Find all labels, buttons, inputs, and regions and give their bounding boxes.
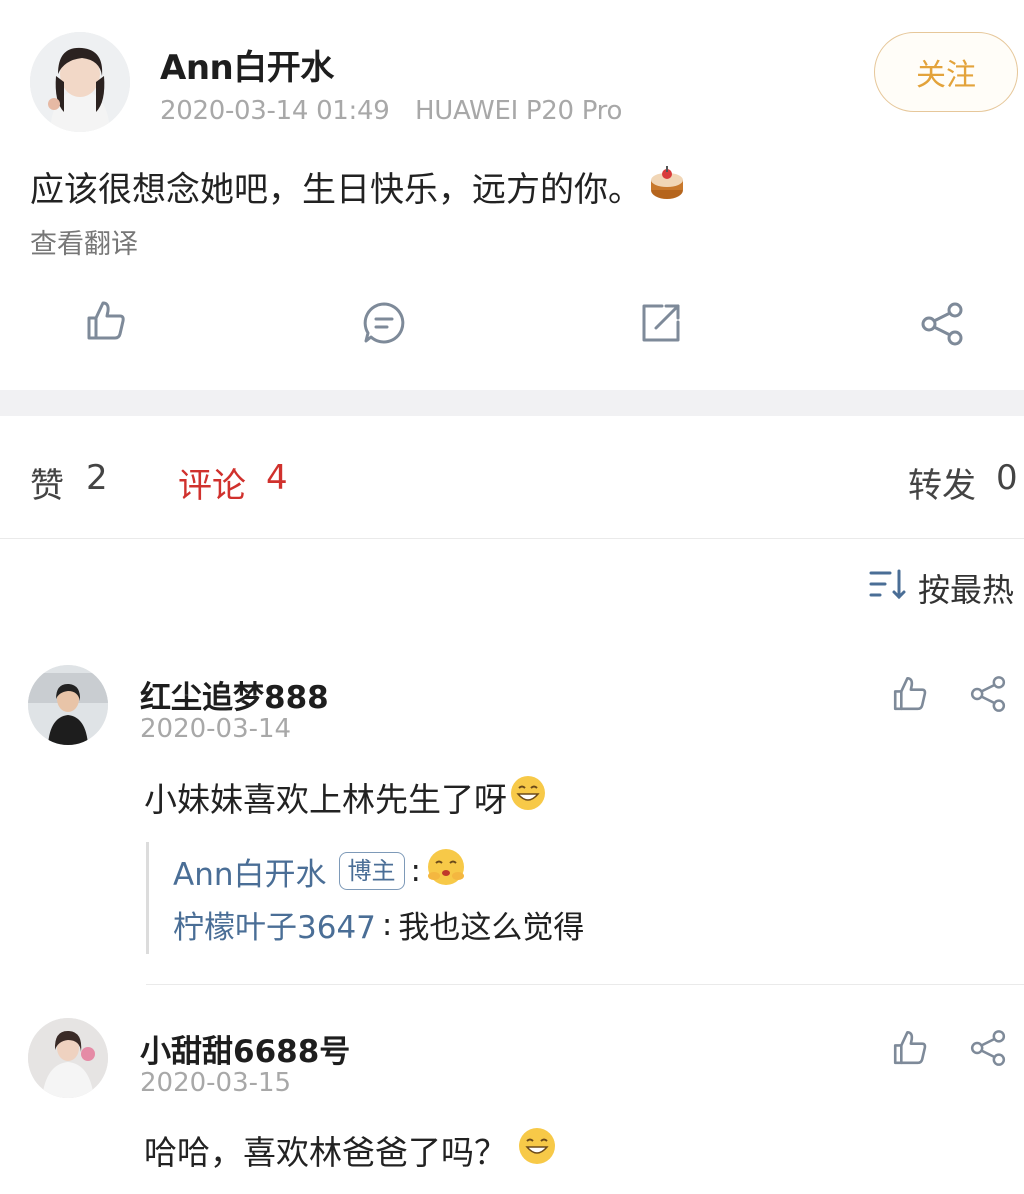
reply-separator: : — [410, 853, 421, 889]
cake-emoji — [648, 163, 686, 210]
reply-separator: : — [381, 906, 393, 943]
reply-item[interactable]: 柠檬叶子3647 : 我也这么觉得 — [173, 902, 584, 947]
tab-likes-count: 2 — [86, 458, 108, 498]
comment-icon[interactable] — [361, 300, 407, 346]
comment-text: 哈哈，喜欢林爸爸了吗？ — [144, 1133, 507, 1172]
follow-button[interactable]: 关注 — [874, 32, 1018, 112]
sort-label: 按最热 — [918, 571, 1015, 609]
sort-icon — [868, 567, 908, 609]
tab-likes-label: 赞 — [30, 466, 64, 506]
post-device: HUAWEI P20 Pro — [415, 96, 623, 126]
smile-emoji — [517, 1126, 557, 1174]
tab-reposts-count: 0 — [996, 458, 1018, 498]
post-author-avatar[interactable] — [30, 32, 130, 132]
sort-button[interactable]: 按最热 — [868, 565, 1014, 611]
comment-text: 小妹妹喜欢上林先生了呀 — [144, 780, 507, 819]
repost-icon[interactable] — [638, 300, 684, 346]
like-icon[interactable] — [83, 298, 129, 344]
tab-comments-label: 评论 — [178, 466, 246, 506]
section-divider — [0, 390, 1024, 416]
comment-avatar[interactable] — [28, 665, 108, 745]
tab-comments[interactable]: 评论 4 — [178, 458, 288, 507]
author-badge: 博主 — [338, 852, 405, 890]
reply-item[interactable]: Ann白开水 博主 : — [173, 846, 467, 896]
grin-emoji — [509, 774, 547, 820]
post-author-name[interactable]: Ann白开水 — [160, 40, 334, 89]
reply-thread[interactable]: Ann白开水 博主 : 柠檬叶子3647 : 我也这么觉得 — [146, 842, 1009, 954]
comment-avatar[interactable] — [28, 1018, 108, 1098]
hug-emoji — [425, 846, 467, 896]
reply-user[interactable]: Ann白开水 — [173, 849, 327, 894]
comment-author-name[interactable]: 小甜甜6688号 — [140, 1026, 350, 1071]
comment-date: 2020-03-14 — [140, 714, 292, 744]
post-text: 应该很想念她吧，生日快乐，远方的你。 — [30, 170, 642, 210]
tabs-divider — [0, 538, 1024, 539]
tab-comments-count: 4 — [266, 458, 288, 498]
post-text-line: 应该很想念她吧，生日快乐，远方的你。 — [30, 162, 686, 211]
reply-user[interactable]: 柠檬叶子3647 — [173, 902, 376, 947]
follow-button-label: 关注 — [916, 58, 976, 93]
comment-date: 2020-03-15 — [140, 1068, 292, 1098]
reply-text: 我也这么觉得 — [398, 910, 585, 946]
tab-reposts-label: 转发 — [908, 466, 976, 506]
comment-like-icon[interactable] — [890, 1028, 930, 1068]
comment-author-name[interactable]: 红尘追梦888 — [140, 672, 329, 717]
comment-text-line: 哈哈，喜欢林爸爸了吗？ — [144, 1126, 557, 1174]
comment-share-icon[interactable] — [968, 1028, 1008, 1068]
comment-share-icon[interactable] — [968, 674, 1008, 714]
share-icon[interactable] — [918, 300, 966, 348]
comment-divider — [146, 984, 1024, 985]
comment-like-icon[interactable] — [890, 674, 930, 714]
translate-link[interactable]: 查看翻译 — [30, 222, 138, 261]
post-timestamp: 2020-03-14 01:49 — [160, 96, 390, 126]
tab-likes[interactable]: 赞 2 — [30, 458, 108, 507]
comment-text-line: 小妹妹喜欢上林先生了呀 — [144, 773, 547, 821]
tab-reposts[interactable]: 转发 0 — [908, 458, 1018, 507]
